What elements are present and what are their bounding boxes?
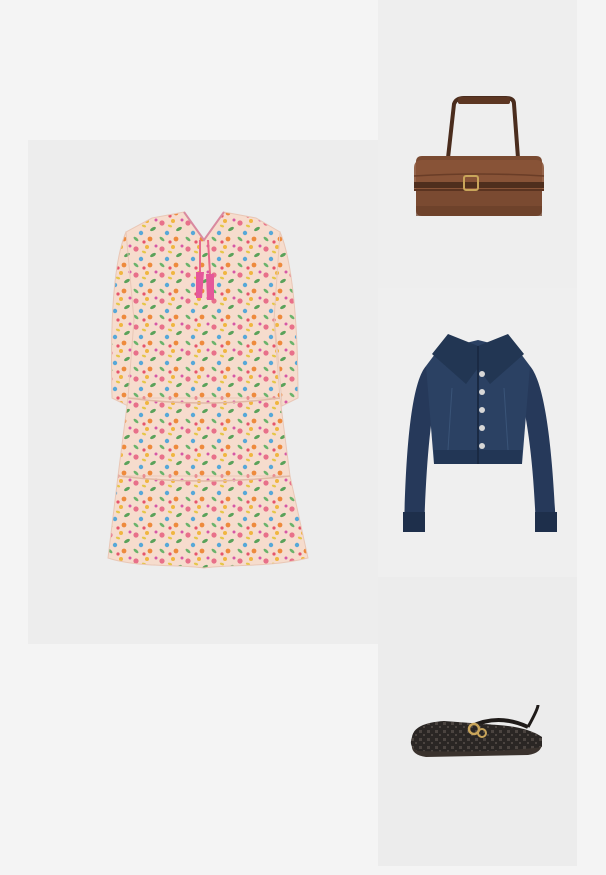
brown-suede-shoulder-bag-icon xyxy=(413,96,545,216)
product-tile-jacket[interactable] xyxy=(378,288,577,577)
woven-black-ballet-flat-icon xyxy=(410,704,542,757)
page-gutter xyxy=(577,0,606,875)
floral-tiered-dress-icon xyxy=(107,211,309,569)
product-tile-dress[interactable] xyxy=(28,140,378,644)
product-tile-shoe[interactable] xyxy=(378,577,577,866)
product-tile-bag[interactable] xyxy=(378,0,577,288)
cropped-denim-jacket-icon xyxy=(403,334,557,532)
